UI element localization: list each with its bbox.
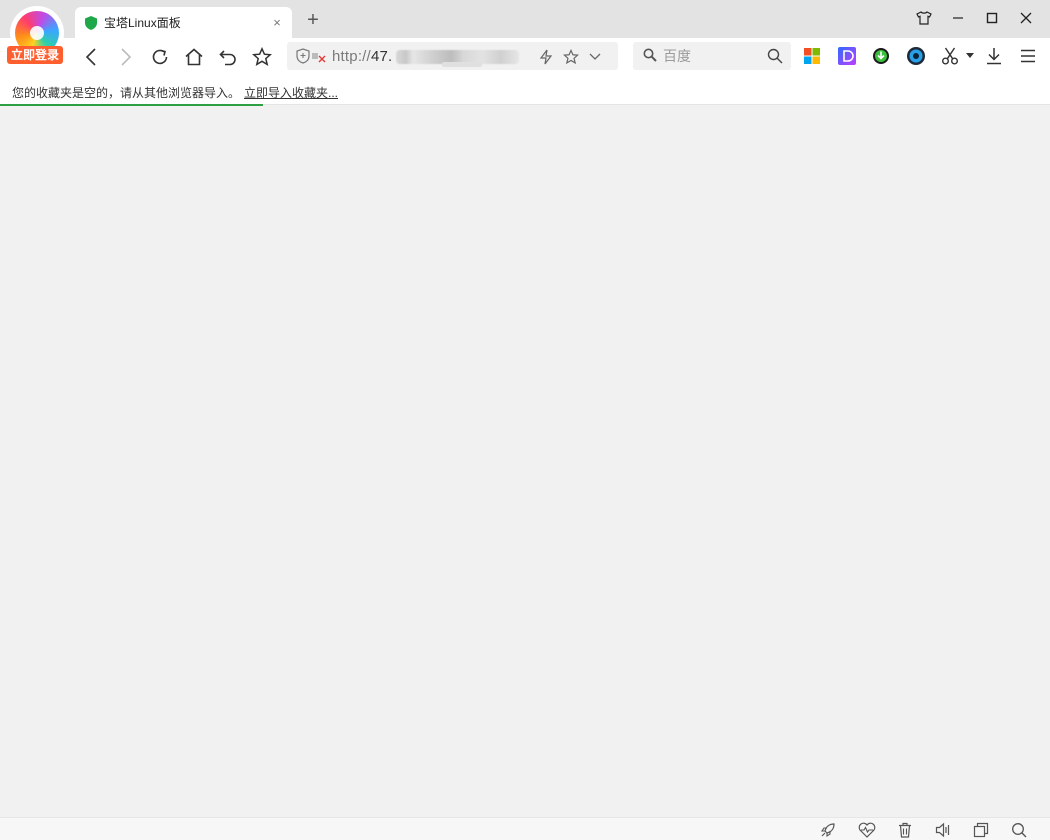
health-icon[interactable] [858,821,876,839]
url-redacted-tail [442,62,482,67]
windows-apps-icon[interactable] [802,46,822,66]
address-bar[interactable]: http://47. [287,42,618,70]
insecure-connection-icon[interactable] [296,48,326,64]
baota-shield-icon [85,15,97,30]
scissors-dropdown-icon[interactable] [963,46,977,66]
zoom-icon[interactable] [1010,821,1028,839]
browser-logo[interactable]: 立即登录 [6,4,66,66]
tab-active[interactable]: 宝塔Linux面板 × [75,7,292,38]
forward-icon[interactable] [112,43,140,71]
page-content [0,106,1050,817]
empty-bookmarks-message: 您的收藏夹是空的，请从其他浏览器导入。 [12,86,241,100]
menu-icon[interactable] [1018,46,1038,66]
favorite-icon[interactable] [248,43,276,71]
logo-core [30,26,44,40]
bookmark-star-icon[interactable] [562,48,580,66]
sound-icon[interactable] [934,821,952,839]
tab-title: 宝塔Linux面板 [104,16,181,30]
skin-icon[interactable] [911,6,937,30]
chevron-down-icon[interactable] [586,48,604,66]
downloads-icon[interactable] [984,46,1004,66]
reload-icon[interactable] [146,43,174,71]
url-protocol: http:// [332,48,371,65]
toolbar: http://47. [0,38,1050,76]
accelerate-icon[interactable] [819,821,837,839]
minimize-icon[interactable] [945,6,971,30]
bookmarks-bar: 您的收藏夹是空的，请从其他浏览器导入。 立即导入收藏夹... [0,76,1050,105]
login-button[interactable]: 立即登录 [7,46,63,64]
import-bookmarks-link[interactable]: 立即导入收藏夹... [244,84,338,101]
speed-mode-icon[interactable] [537,48,555,66]
status-bar [0,817,1050,840]
url-host: 47. [370,48,393,65]
close-icon[interactable] [1013,6,1039,30]
tab-close-icon[interactable]: × [266,12,288,34]
maximize-icon[interactable] [979,6,1005,30]
search-icon[interactable] [767,48,783,64]
clean-icon[interactable] [896,821,914,839]
download-manager-icon[interactable] [871,46,891,66]
media-ext-icon[interactable] [906,46,926,66]
new-tab-button[interactable]: + [301,8,325,32]
home-icon[interactable] [180,43,208,71]
search-input[interactable] [663,46,763,66]
url-text[interactable]: http://47. [332,48,392,65]
search-box[interactable] [633,42,791,70]
back-icon[interactable] [77,43,105,71]
window-icon[interactable] [972,821,990,839]
search-provider-icon[interactable] [643,48,657,62]
scissors-icon[interactable] [940,46,960,66]
video-ext-icon[interactable] [837,46,857,66]
undo-close-tab-icon[interactable] [214,43,242,71]
